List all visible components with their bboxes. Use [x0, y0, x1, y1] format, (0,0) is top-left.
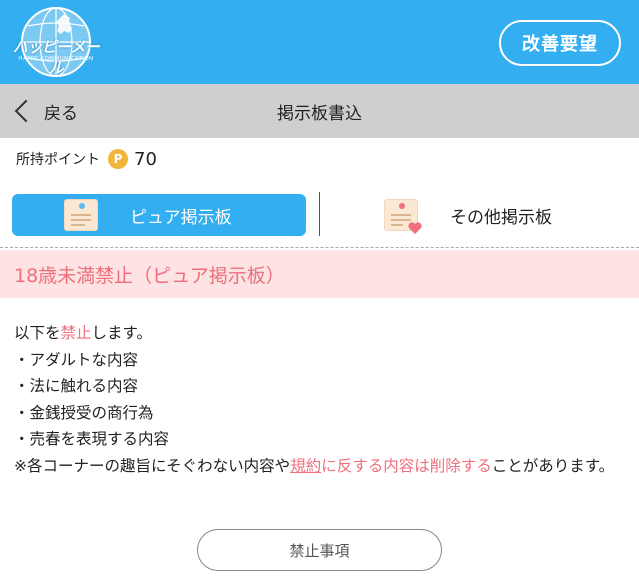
- tab-other-board[interactable]: その他掲示板: [330, 194, 630, 236]
- memo-heart-icon: [384, 199, 422, 234]
- age-restriction-banner: 18歳未満禁止（ピュア掲示板）: [0, 250, 639, 298]
- app-header: ハッピーメール HAPPY COMMUNICATION 改善要望: [0, 0, 639, 84]
- list-item: ・法に触れる内容: [14, 377, 139, 395]
- note-suffix: ことがあります。: [491, 456, 615, 475]
- list-item: ・アダルトな内容: [14, 350, 139, 369]
- intro-highlight: 禁止: [60, 324, 92, 342]
- tab-other-label: その他掲示板: [450, 207, 552, 228]
- note-prefix: ※各コーナーの趣旨にそぐわない内容や: [14, 456, 291, 475]
- points-display: 所持ポイント P 70: [16, 146, 157, 172]
- note-line: ※各コーナーの趣旨にそぐわない内容や規約に反する内容は削除することがあります。: [14, 453, 629, 480]
- list-item: ・金銭授受の商行為: [14, 403, 154, 422]
- feedback-button[interactable]: 改善要望: [499, 20, 621, 66]
- coin-icon: P: [108, 149, 128, 169]
- back-label: 戻る: [44, 103, 78, 124]
- points-label: 所持ポイント: [16, 152, 100, 168]
- chevron-left-icon: [14, 99, 38, 123]
- back-button[interactable]: 戻る: [12, 96, 78, 126]
- points-value: 70: [134, 148, 157, 170]
- memo-icon: [64, 199, 98, 231]
- terms-link[interactable]: 規約: [290, 457, 321, 475]
- board-tabs: ピュア掲示板 その他掲示板: [0, 182, 639, 248]
- note-highlight: に反する内容は削除する: [321, 456, 492, 475]
- page-title: 掲示板書込: [277, 103, 362, 124]
- app-logo[interactable]: ハッピーメール HAPPY COMMUNICATION: [6, 6, 106, 78]
- tab-pure-board[interactable]: ピュア掲示板: [12, 194, 306, 236]
- prohibited-items-button[interactable]: 禁止事項: [197, 529, 442, 571]
- tab-divider: [319, 192, 320, 236]
- prohibition-text: 以下を禁止します。 ・アダルトな内容 ・法に触れる内容 ・金銭授受の商行為 ・売…: [14, 320, 629, 479]
- list-item: ・売春を表現する内容: [14, 430, 170, 448]
- tab-pure-label: ピュア掲示板: [130, 207, 232, 228]
- nav-bar: 掲示板書込 戻る: [0, 84, 639, 138]
- intro-prefix: 以下を: [14, 324, 61, 342]
- intro-line: 以下を禁止します。: [14, 320, 629, 347]
- intro-suffix: します。: [91, 324, 152, 342]
- logo-subtitle: HAPPY COMMUNICATION: [18, 56, 94, 62]
- heart-icon: [408, 222, 422, 234]
